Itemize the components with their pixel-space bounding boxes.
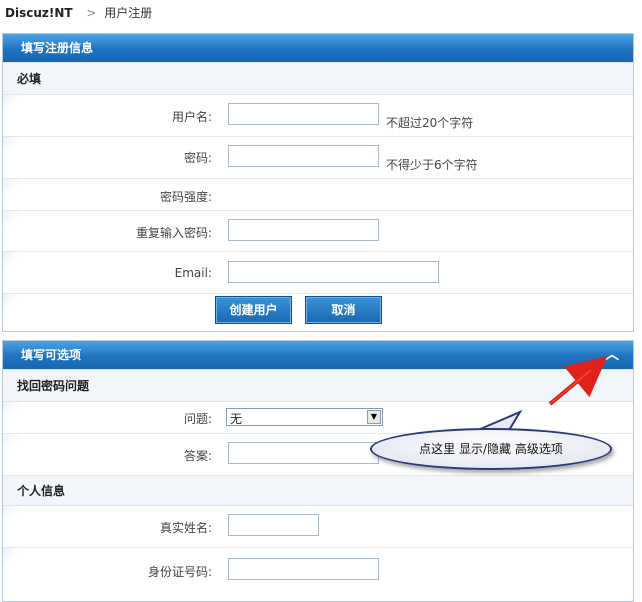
question-label: 问题: — [183, 412, 212, 426]
section-label: 个人信息 — [17, 484, 66, 498]
password-hint: 不得少于6个字符 — [386, 158, 478, 172]
password-label: 密码: — [183, 151, 212, 165]
form-row-username: 用户名: 不超过20个字符 — [3, 94, 633, 136]
repeat-password-label: 重复输入密码: — [135, 226, 212, 240]
form-row-id-number: 身份证号码: — [3, 547, 633, 601]
breadcrumb: Discuz!NT > 用户注册 — [5, 4, 152, 21]
form-row-real-name: 真实姓名: — [3, 505, 633, 547]
breadcrumb-current: 用户注册 — [104, 6, 153, 20]
section-personal-info: 个人信息 — [3, 475, 633, 505]
question-selected-value: 无 — [230, 412, 243, 426]
answer-input[interactable] — [228, 442, 379, 464]
form-row-buttons: 创建用户 取消 — [3, 293, 633, 331]
form-row-password: 密码: 不得少于6个字符 — [3, 136, 633, 178]
form-row-email: Email: — [3, 251, 633, 293]
username-input[interactable] — [228, 103, 379, 125]
create-user-button[interactable]: 创建用户 — [215, 296, 292, 324]
section-required: 必填 — [3, 62, 633, 94]
annotation-callout: 点这里 显示/隐藏 高级选项 — [370, 428, 612, 470]
real-name-label: 真实姓名: — [159, 521, 212, 535]
optional-panel: 填写可选项 ︿ 找回密码问题 问题: 无 ▼ 答案: 个人信息 真实姓名: 身份… — [2, 340, 634, 602]
panel-header: 填写注册信息 — [3, 34, 633, 62]
breadcrumb-separator: > — [86, 6, 97, 20]
question-select[interactable]: 无 ▼ — [226, 408, 383, 426]
panel-title: 填写注册信息 — [21, 41, 94, 55]
real-name-input[interactable] — [228, 514, 319, 536]
strength-label: 密码强度: — [159, 190, 212, 204]
section-label: 必填 — [17, 72, 42, 86]
chevron-up-icon[interactable]: ︿ — [605, 341, 619, 369]
dropdown-arrow-icon[interactable]: ▼ — [367, 410, 381, 424]
cancel-button[interactable]: 取消 — [305, 296, 382, 324]
id-number-label: 身份证号码: — [147, 565, 212, 579]
username-label: 用户名: — [171, 110, 212, 124]
id-number-input[interactable] — [228, 558, 379, 580]
form-row-strength: 密码强度: — [3, 178, 633, 210]
button-group: 创建用户 取消 — [3, 296, 633, 326]
email-input[interactable] — [228, 261, 439, 283]
section-label: 找回密码问题 — [17, 379, 90, 393]
form-row-repeat-password: 重复输入密码: — [3, 210, 633, 251]
form-row-question: 问题: 无 ▼ — [3, 401, 633, 433]
repeat-password-input[interactable] — [228, 219, 379, 241]
panel-title: 填写可选项 — [21, 348, 82, 362]
section-recover-password: 找回密码问题 — [3, 369, 633, 401]
panel-header: 填写可选项 ︿ — [3, 341, 633, 369]
breadcrumb-site-link[interactable]: Discuz!NT — [5, 6, 73, 20]
username-hint: 不超过20个字符 — [386, 116, 474, 130]
answer-label: 答案: — [183, 449, 212, 463]
password-input[interactable] — [228, 145, 379, 167]
registration-panel: 填写注册信息 必填 用户名: 不超过20个字符 密码: 不得少于6个字符 密码强… — [2, 33, 634, 332]
email-label: Email: — [174, 266, 212, 280]
